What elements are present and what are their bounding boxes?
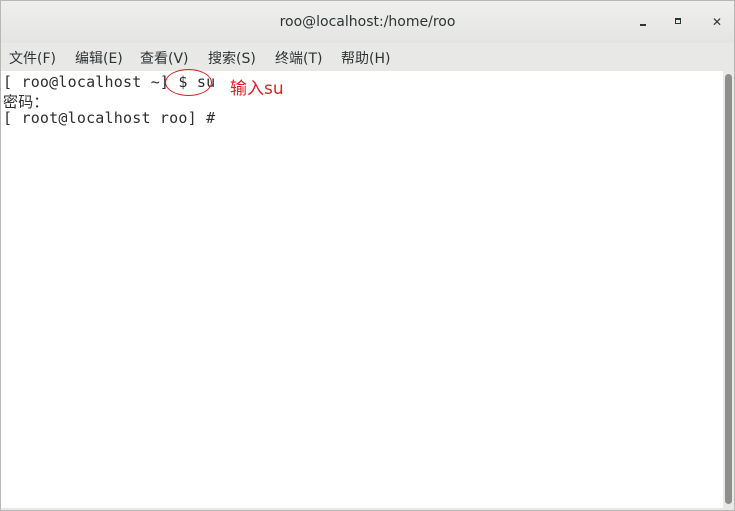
menu-bar: 文件(F) 编辑(E) 查看(V) 搜索(S) 终端(T) 帮助(H) — [1, 43, 734, 71]
window-title: roo@localhost:/home/roo — [279, 14, 456, 30]
menu-help[interactable]: 帮助(H) — [341, 48, 390, 68]
menu-edit[interactable]: 编辑(E) — [75, 48, 123, 68]
menu-file[interactable]: 文件(F) — [9, 48, 56, 68]
menu-view[interactable]: 查看(V) — [140, 48, 189, 68]
maximize-icon — [675, 18, 681, 24]
close-icon: ✕ — [711, 15, 723, 29]
minimize-button[interactable] — [635, 14, 651, 30]
terminal-output[interactable]: [ roo@localhost ~] $ su 密码： [ root@local… — [1, 69, 723, 508]
title-bar[interactable]: roo@localhost:/home/roo ✕ — [1, 1, 734, 43]
menu-search[interactable]: 搜索(S) — [208, 48, 256, 68]
terminal-window: roo@localhost:/home/roo ✕ 文件(F) 编辑(E) 查看… — [0, 0, 735, 511]
scrollbar[interactable] — [723, 71, 734, 508]
terminal-line: [ root@localhost roo] # — [3, 109, 216, 127]
scrollbar-thumb[interactable] — [725, 74, 732, 504]
menu-terminal[interactable]: 终端(T) — [275, 48, 322, 68]
minimize-icon — [640, 24, 646, 26]
annotation-label: 输入su — [230, 79, 284, 99]
maximize-button[interactable] — [671, 14, 687, 30]
close-button[interactable]: ✕ — [709, 14, 725, 30]
highlight-circle — [165, 69, 212, 96]
